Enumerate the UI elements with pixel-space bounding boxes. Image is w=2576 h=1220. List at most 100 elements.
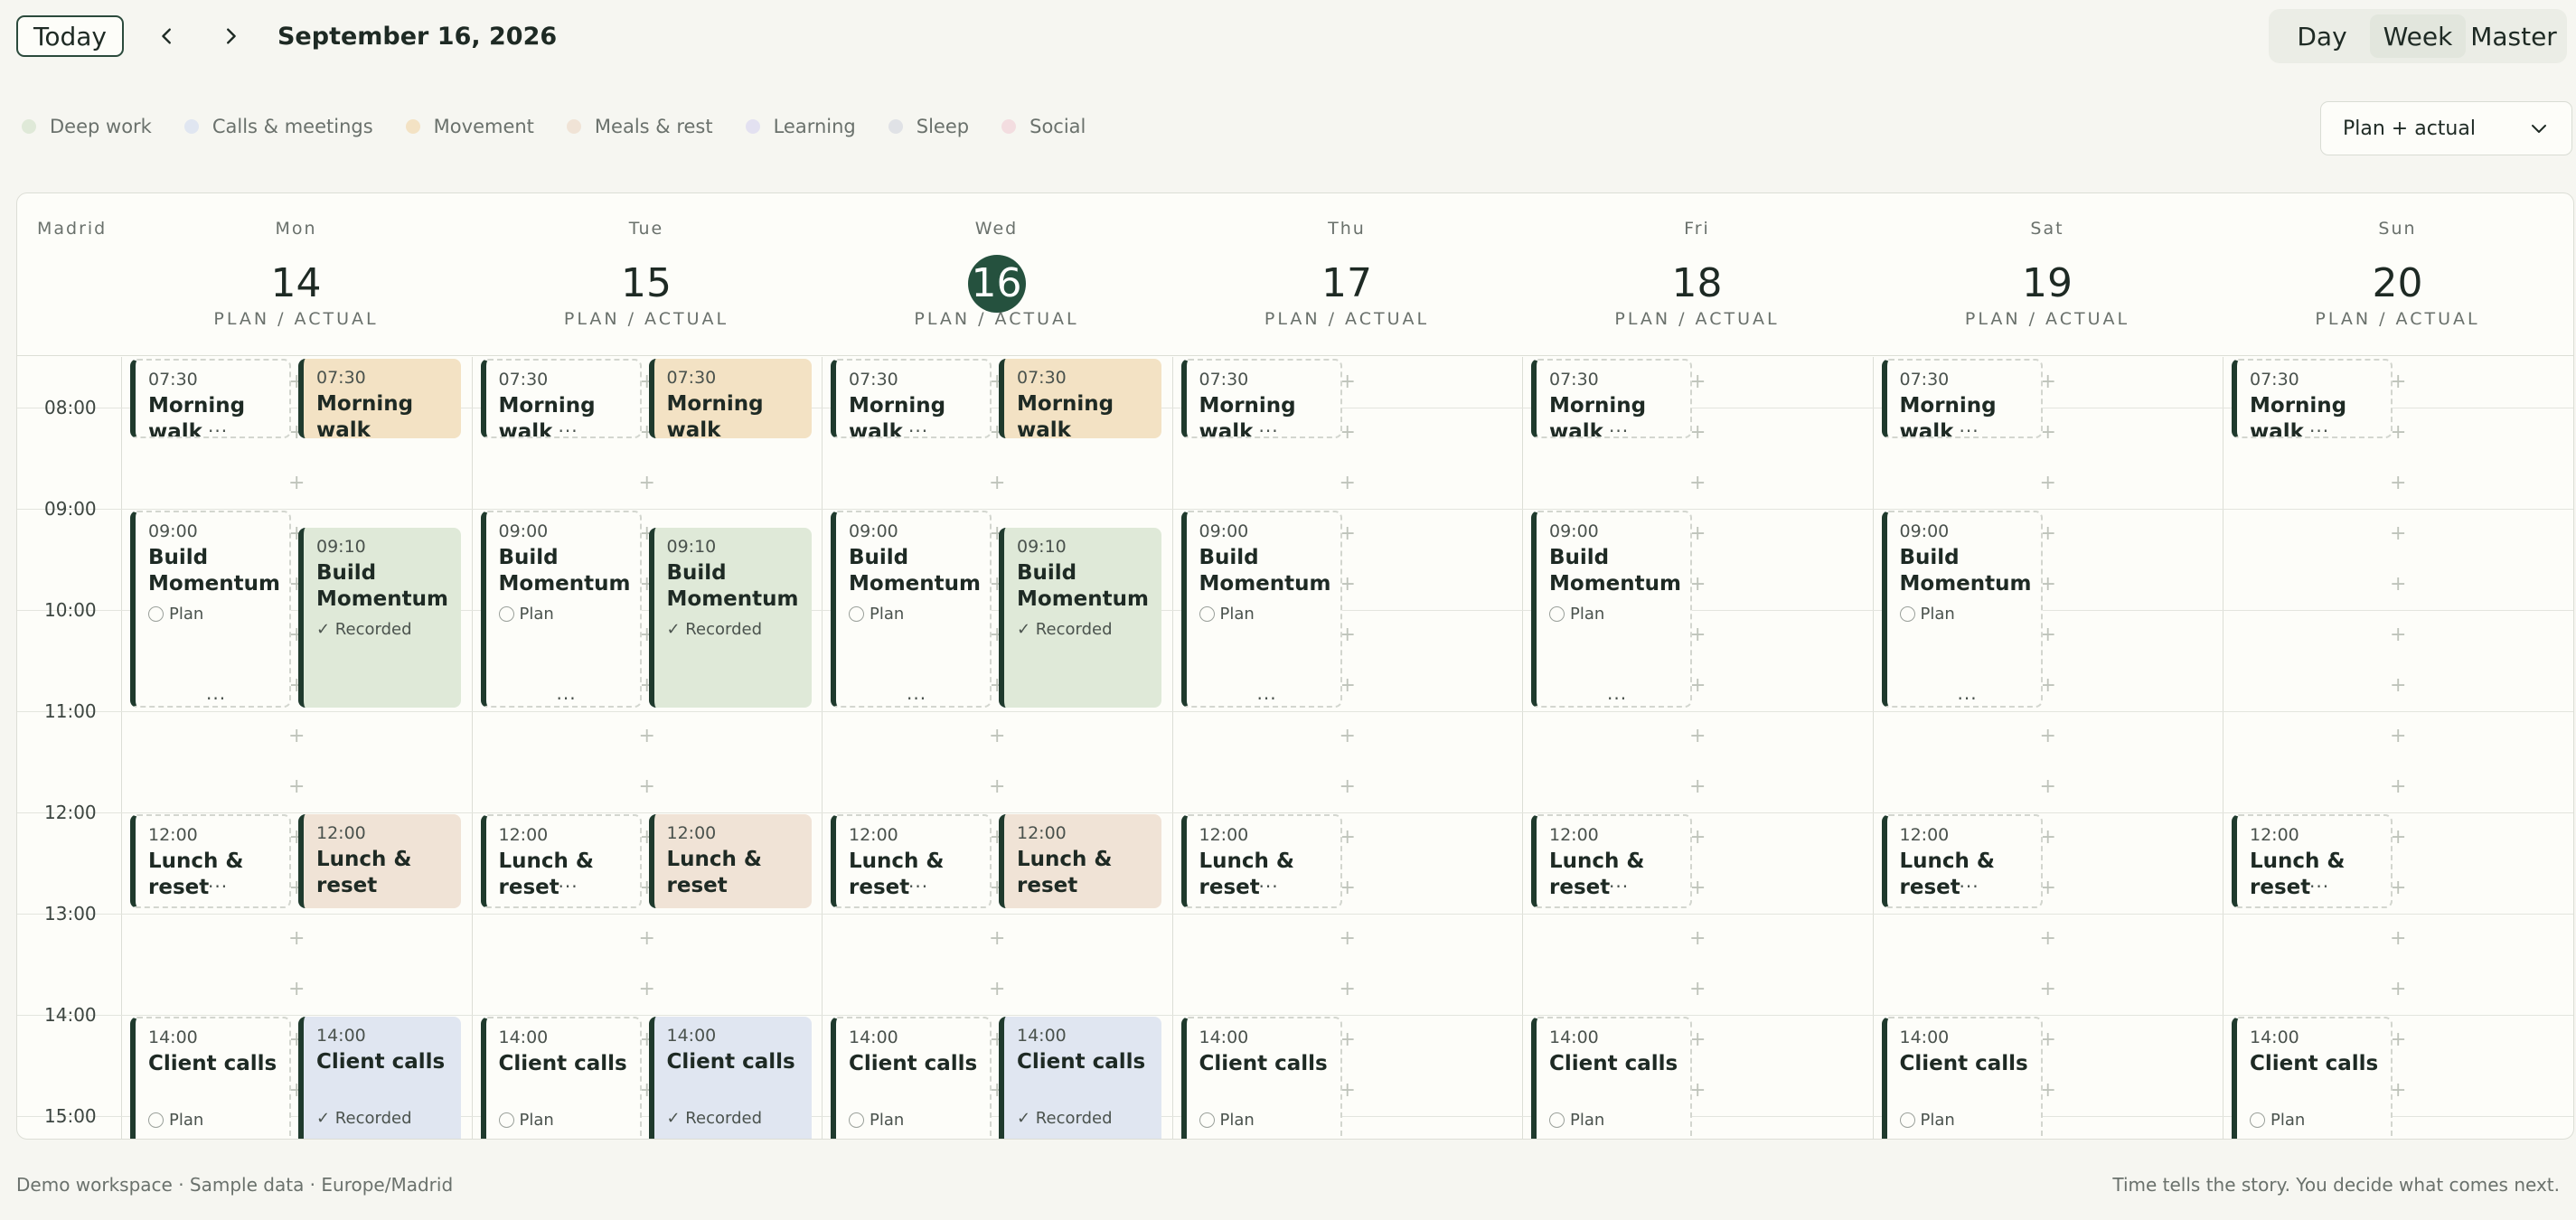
more-icon[interactable]: ... <box>1257 1136 1277 1139</box>
add-slot-icon[interactable]: + <box>2390 777 2406 797</box>
plan-event-card[interactable]: 07:30 Morning walk... <box>831 359 992 438</box>
plan-event-card[interactable]: 12:00 Lunch & reset... <box>831 814 992 909</box>
more-icon[interactable]: ... <box>1607 1136 1627 1139</box>
day-number[interactable]: 20 <box>2369 255 2427 313</box>
actual-event-card[interactable]: 07:30 Morning walk <box>648 359 812 438</box>
more-icon[interactable]: ... <box>1259 870 1279 892</box>
more-icon[interactable]: ... <box>1960 415 1979 436</box>
plan-event-card[interactable]: 09:00 Build Momentum Plan... <box>480 511 642 708</box>
add-slot-icon[interactable]: + <box>989 474 1005 493</box>
add-slot-icon[interactable]: + <box>639 727 655 746</box>
add-slot-icon[interactable]: + <box>2390 676 2406 696</box>
more-icon[interactable]: ... <box>1257 682 1277 704</box>
day-number[interactable]: 14 <box>268 255 325 313</box>
plan-event-card[interactable]: 12:00 Lunch & reset... <box>480 814 642 909</box>
view-master-button[interactable]: Master <box>2466 14 2562 58</box>
add-slot-icon[interactable]: + <box>2390 474 2406 493</box>
day-column-header[interactable]: Wed 16 PLAN / ACTUAL <box>822 193 1171 356</box>
plan-event-card[interactable]: 14:00 Client calls Plan... <box>130 1017 291 1139</box>
add-slot-icon[interactable]: + <box>2040 929 2056 949</box>
more-icon[interactable]: ... <box>2309 415 2329 436</box>
add-slot-icon[interactable]: + <box>639 777 655 797</box>
more-icon[interactable]: ... <box>908 415 928 436</box>
more-icon[interactable]: ... <box>559 870 578 892</box>
plan-event-card[interactable]: 07:30 Morning walk... <box>130 359 291 438</box>
plan-event-card[interactable]: 09:00 Build Momentum Plan... <box>831 511 992 708</box>
more-icon[interactable]: ... <box>908 870 928 892</box>
add-slot-icon[interactable]: + <box>2390 727 2406 746</box>
day-number[interactable]: 18 <box>1669 255 1726 313</box>
add-slot-icon[interactable]: + <box>2390 980 2406 999</box>
more-icon[interactable]: ... <box>907 1136 926 1139</box>
day-column-header[interactable]: Tue 15 PLAN / ACTUAL <box>472 193 822 356</box>
add-slot-icon[interactable]: + <box>2040 727 2056 746</box>
more-icon[interactable]: ... <box>557 1136 577 1139</box>
add-slot-icon[interactable]: + <box>2390 575 2406 595</box>
day-column-header[interactable]: Sun 20 PLAN / ACTUAL <box>2223 193 2572 356</box>
today-date-badge[interactable]: 16 <box>967 255 1026 313</box>
day-number[interactable]: 19 <box>2018 255 2076 313</box>
plan-event-card[interactable]: 12:00 Lunch & reset... <box>130 814 291 909</box>
plan-event-card[interactable]: 09:00 Build Momentum Plan... <box>1881 511 2043 708</box>
add-slot-icon[interactable]: + <box>288 474 305 493</box>
add-slot-icon[interactable]: + <box>288 980 305 999</box>
actual-event-card[interactable]: 12:00 Lunch & reset <box>999 814 1161 909</box>
view-week-button[interactable]: Week <box>2370 14 2466 58</box>
day-column-header[interactable]: Fri 18 PLAN / ACTUAL <box>1522 193 1872 356</box>
more-icon[interactable]: ... <box>1958 1136 1978 1139</box>
plan-event-card[interactable]: 07:30 Morning walk... <box>1180 359 1342 438</box>
plan-event-card[interactable]: 12:00 Lunch & reset... <box>2232 814 2393 909</box>
day-column-header[interactable]: Mon 14 PLAN / ACTUAL <box>121 193 471 356</box>
add-slot-icon[interactable]: + <box>989 777 1005 797</box>
add-slot-icon[interactable]: + <box>639 929 655 949</box>
more-icon[interactable]: ... <box>208 415 228 436</box>
add-slot-icon[interactable]: + <box>288 727 305 746</box>
add-slot-icon[interactable]: + <box>1689 980 1706 999</box>
plan-event-card[interactable]: 07:30 Morning walk... <box>1531 359 1692 438</box>
more-icon[interactable]: ... <box>1259 415 1279 436</box>
add-slot-icon[interactable]: + <box>288 929 305 949</box>
day-column-header[interactable]: Thu 17 PLAN / ACTUAL <box>1172 193 1522 356</box>
more-icon[interactable]: ... <box>1960 870 1979 892</box>
day-column-header[interactable]: Sat 19 PLAN / ACTUAL <box>1873 193 2223 356</box>
plan-event-card[interactable]: 14:00 Client calls Plan... <box>1531 1017 1692 1139</box>
plan-event-card[interactable]: 07:30 Morning walk... <box>1881 359 2043 438</box>
plan-event-card[interactable]: 14:00 Client calls Plan... <box>831 1017 992 1139</box>
add-slot-icon[interactable]: + <box>2390 524 2406 544</box>
view-day-button[interactable]: Day <box>2274 14 2370 58</box>
add-slot-icon[interactable]: + <box>2040 980 2056 999</box>
plan-event-card[interactable]: 14:00 Client calls Plan... <box>2232 1017 2393 1139</box>
add-slot-icon[interactable]: + <box>989 727 1005 746</box>
add-slot-icon[interactable]: + <box>639 980 655 999</box>
actual-event-card[interactable]: 14:00 Client calls ✓ Recorded <box>298 1017 461 1139</box>
add-slot-icon[interactable]: + <box>288 777 305 797</box>
more-icon[interactable]: ... <box>2309 870 2329 892</box>
more-icon[interactable]: ... <box>907 682 926 704</box>
more-icon[interactable]: ... <box>1607 682 1627 704</box>
add-slot-icon[interactable]: + <box>1340 727 1356 746</box>
day-number[interactable]: 17 <box>1318 255 1376 313</box>
plan-event-card[interactable]: 12:00 Lunch & reset... <box>1180 814 1342 909</box>
add-slot-icon[interactable]: + <box>2040 777 2056 797</box>
plan-event-card[interactable]: 14:00 Client calls Plan... <box>1180 1017 1342 1139</box>
plan-event-card[interactable]: 12:00 Lunch & reset... <box>1881 814 2043 909</box>
add-slot-icon[interactable]: + <box>989 980 1005 999</box>
day-number[interactable]: 15 <box>617 255 675 313</box>
actual-event-card[interactable]: 14:00 Client calls ✓ Recorded <box>648 1017 812 1139</box>
add-slot-icon[interactable]: + <box>1689 727 1706 746</box>
more-icon[interactable]: ... <box>206 682 226 704</box>
more-icon[interactable]: ... <box>206 1136 226 1139</box>
add-slot-icon[interactable]: + <box>2390 625 2406 645</box>
plan-event-card[interactable]: 09:00 Build Momentum Plan... <box>1531 511 1692 708</box>
more-icon[interactable]: ... <box>2308 1136 2327 1139</box>
actual-event-card[interactable]: 09:10 Build Momentum ✓ Recorded <box>298 527 461 708</box>
next-week-button[interactable] <box>211 16 250 56</box>
add-slot-icon[interactable]: + <box>1689 474 1706 493</box>
plan-event-card[interactable]: 07:30 Morning walk... <box>480 359 642 438</box>
add-slot-icon[interactable]: + <box>1340 929 1356 949</box>
plan-event-card[interactable]: 09:00 Build Momentum Plan... <box>130 511 291 708</box>
more-icon[interactable]: ... <box>208 870 228 892</box>
more-icon[interactable]: ... <box>557 682 577 704</box>
today-button[interactable]: Today <box>16 15 124 57</box>
plan-event-card[interactable]: 07:30 Morning walk... <box>2232 359 2393 438</box>
